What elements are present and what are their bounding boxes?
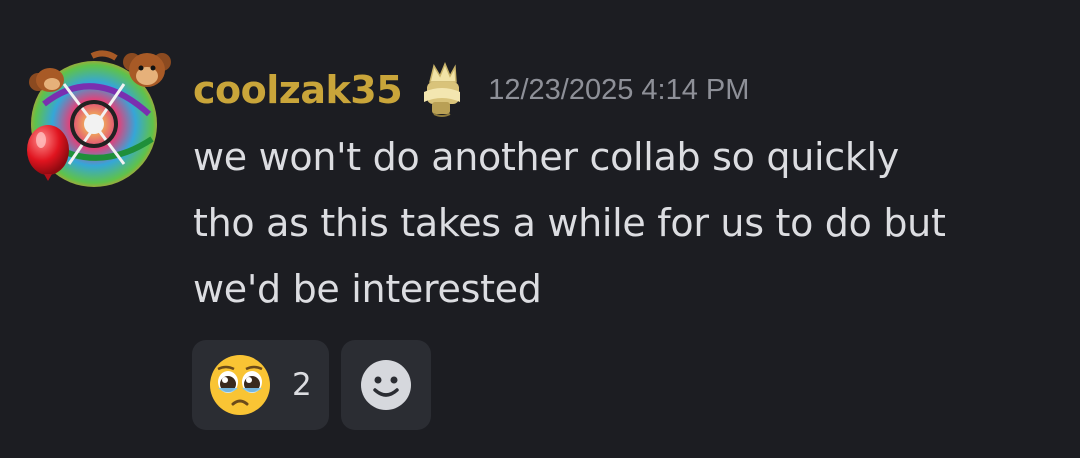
message-line: tho as this takes a while for us to do b… [193,201,946,245]
message-header: coolzak35 12/23/2025 4:14 PM [193,62,749,118]
add-reaction-button[interactable] [341,340,431,430]
message-line: we won't do another collab so quickly [193,135,899,179]
timestamp: 12/23/2025 4:14 PM [488,73,750,106]
reaction-count: 2 [292,367,312,403]
message-content: we won't do another collab so quickly th… [193,124,1053,322]
reaction-pleading-face[interactable]: 2 [192,340,329,430]
monkey-balloon-avatar-icon [27,50,171,187]
golden-crown-scroll-icon[interactable] [420,62,464,118]
avatar[interactable] [24,44,174,189]
username[interactable]: coolzak35 [193,68,403,112]
pleading-face-emoji-icon [210,355,270,415]
add-reaction-smiley-icon [361,360,411,410]
reaction-bar: 2 [192,340,431,430]
message-line: we'd be interested [193,267,542,311]
chat-message: coolzak35 12/23/2025 4:14 PM we won't do… [0,0,1080,458]
